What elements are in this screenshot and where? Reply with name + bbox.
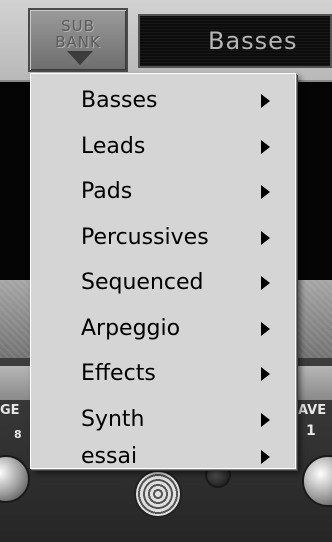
speaker-icon: [134, 470, 182, 518]
chevron-right-icon: [261, 185, 270, 199]
menu-item-label: Basses: [81, 88, 158, 113]
chevron-right-icon: [261, 322, 270, 336]
subbank-label-line2: BANK: [55, 33, 101, 51]
menu-item-essai[interactable]: essai: [31, 422, 295, 469]
menu-item-arpeggio[interactable]: Arpeggio: [31, 308, 295, 352]
chevron-right-icon: [261, 450, 270, 464]
chevron-right-icon: [261, 276, 270, 290]
subbank-popup-menu: Basses Leads Pads Percussives Sequenced …: [30, 73, 296, 469]
menu-item-label: Pads: [81, 179, 133, 204]
chevron-right-icon: [261, 367, 270, 381]
menu-item-label: Percussives: [81, 225, 209, 250]
left-control-label: GE: [0, 403, 20, 418]
right-control-label: AVE: [298, 403, 327, 418]
chevron-right-icon: [261, 94, 270, 108]
synth-window: SUB BANK Basses GE 8 AVE 1 Basses Leads …: [0, 0, 332, 542]
menu-item-percussives[interactable]: Percussives: [31, 217, 295, 261]
bank-name-text: Basses: [208, 27, 298, 55]
menu-item-label: Effects: [81, 361, 156, 386]
menu-item-label: Arpeggio: [81, 316, 181, 341]
chevron-right-icon: [261, 231, 270, 245]
left-control-value: 8: [14, 428, 22, 441]
top-toolbar: SUB BANK Basses: [0, 0, 332, 82]
menu-item-effects[interactable]: Effects: [31, 353, 295, 397]
menu-item-label: Sequenced: [81, 270, 204, 295]
menu-item-pads[interactable]: Pads: [31, 171, 295, 215]
down-triangle-icon: [67, 51, 93, 65]
right-control-value: 1: [306, 423, 316, 439]
menu-item-label: Leads: [81, 134, 146, 159]
subbank-label-line1: SUB: [61, 17, 95, 35]
subbank-button[interactable]: SUB BANK: [28, 8, 128, 72]
menu-item-leads[interactable]: Leads: [31, 126, 295, 170]
menu-item-sequenced[interactable]: Sequenced: [31, 262, 295, 306]
chevron-right-icon: [261, 140, 270, 154]
menu-item-label: essai: [81, 444, 138, 469]
bank-name-display: Basses: [138, 14, 332, 68]
menu-item-basses[interactable]: Basses: [31, 80, 295, 124]
